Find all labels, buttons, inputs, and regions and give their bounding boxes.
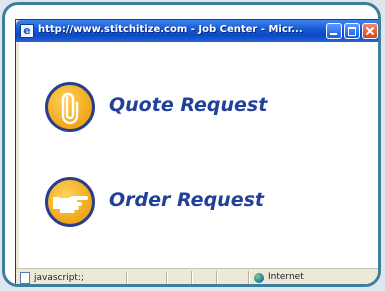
browser-window: e http://www.stitchitize.com - Job Cente… xyxy=(15,19,378,284)
page-content: Quote Request Order Request xyxy=(19,42,378,268)
status-text: javascript:; xyxy=(34,273,85,283)
order-request-label[interactable]: Order Request xyxy=(109,189,264,211)
status-divider xyxy=(126,271,128,284)
status-divider xyxy=(166,271,168,284)
close-button[interactable] xyxy=(362,23,378,39)
status-divider xyxy=(216,271,218,284)
internet-explorer-icon: e xyxy=(20,24,34,38)
zone-label: Internet xyxy=(268,272,304,282)
status-bar: javascript:; Internet xyxy=(16,268,378,284)
screenshot-frame: e http://www.stitchitize.com - Job Cente… xyxy=(2,2,381,287)
status-divider xyxy=(248,271,250,284)
status-divider xyxy=(191,271,193,284)
window-title: http://www.stitchitize.com - Job Center … xyxy=(38,24,303,35)
quote-request-label[interactable]: Quote Request xyxy=(109,94,267,116)
quote-request-link[interactable]: Quote Request xyxy=(45,82,295,142)
title-bar[interactable]: e http://www.stitchitize.com - Job Cente… xyxy=(16,20,378,42)
pointing-hand-icon xyxy=(45,177,95,227)
maximize-button[interactable] xyxy=(344,23,360,39)
page-icon xyxy=(20,272,30,284)
paperclip-icon xyxy=(45,82,95,132)
order-request-link[interactable]: Order Request xyxy=(45,177,295,237)
minimize-button[interactable] xyxy=(326,23,342,39)
globe-icon xyxy=(254,273,264,283)
